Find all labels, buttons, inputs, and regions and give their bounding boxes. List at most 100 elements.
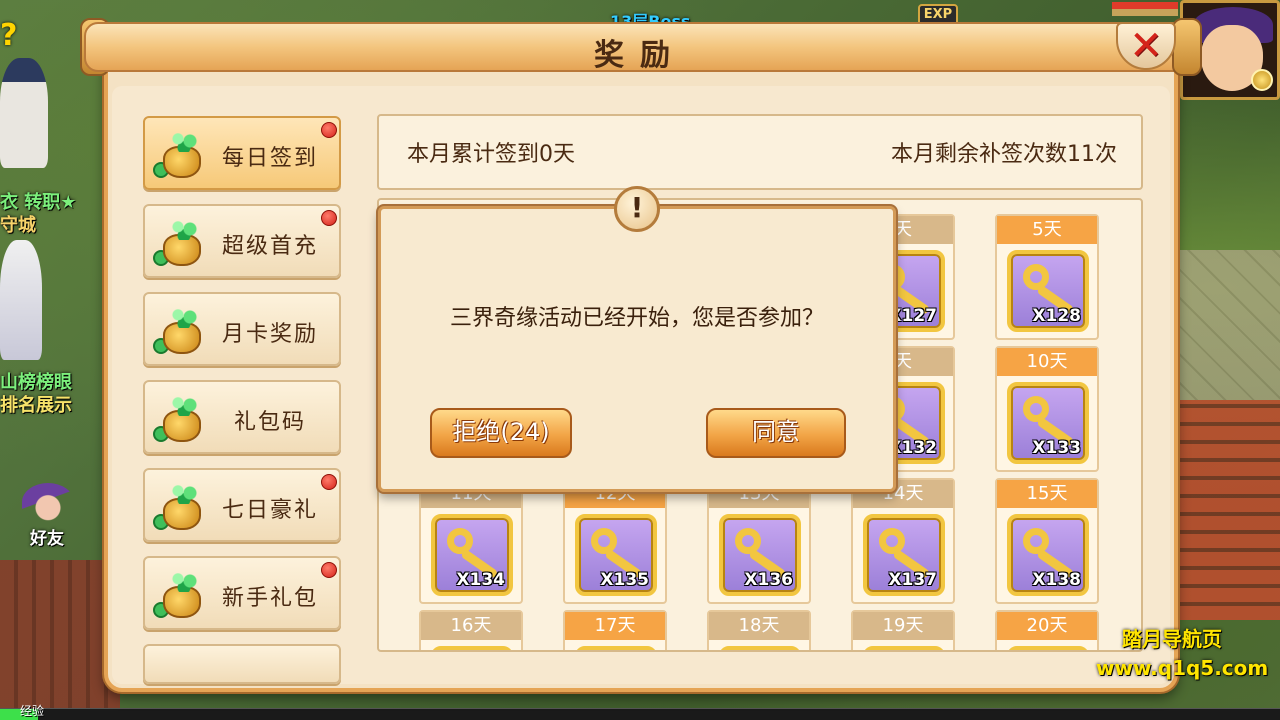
jade-pile (169, 482, 199, 504)
notification-dot-icon (321, 122, 337, 138)
golden-key-icon[interactable] (1007, 646, 1089, 650)
jade-pile (169, 394, 199, 416)
coin-icon[interactable] (1251, 69, 1273, 91)
side-menu-item-more[interactable] (143, 644, 341, 684)
reward-cell[interactable]: 15天 X138 (995, 478, 1099, 604)
gift-pot-icon (153, 566, 213, 622)
key-ring (1023, 264, 1049, 290)
reward-day-label: 18天 (709, 612, 809, 640)
golden-key-icon[interactable]: X138 (1007, 514, 1089, 596)
reward-cell[interactable]: 11天 X134 (419, 478, 523, 604)
courtyard-tiles (1170, 250, 1280, 400)
golden-key-icon[interactable]: X128 (1007, 250, 1089, 332)
reward-day-label: 17天 (565, 612, 665, 640)
golden-key-icon[interactable]: X135 (575, 514, 657, 596)
signed-days-text: 本月累计签到0天 (407, 142, 575, 167)
side-menu-label: 超级首充 (221, 234, 318, 259)
reward-day-label: 16天 (421, 612, 521, 640)
side-menu-item[interactable]: 七日豪礼 (143, 468, 341, 542)
notification-dot-icon (321, 562, 337, 578)
reward-quantity: X135 (600, 570, 649, 590)
reward-cell[interactable]: 20天 (995, 610, 1099, 650)
reward-cell[interactable]: 5天 X128 (995, 214, 1099, 340)
reward-day-label: 5天 (997, 216, 1097, 244)
reward-quantity: X138 (1032, 570, 1081, 590)
gift-pot-icon (153, 302, 213, 358)
reward-cell[interactable]: 19天 (851, 610, 955, 650)
jade-pile (169, 130, 199, 152)
watermark-url: www.q1q5.com (1096, 656, 1269, 680)
key-ring (447, 528, 473, 554)
reward-quantity: X136 (744, 570, 793, 590)
jade-pile (169, 306, 199, 328)
reward-day-label: 10天 (997, 348, 1097, 376)
reward-quantity: X128 (1032, 306, 1081, 326)
panel-title: 奖励 (594, 38, 686, 73)
golden-key-icon[interactable]: X136 (719, 514, 801, 596)
notification-dot-icon (321, 210, 337, 226)
golden-key-icon[interactable]: X137 (863, 514, 945, 596)
key-ring (879, 528, 905, 554)
city-label: 守城 (0, 215, 36, 236)
exp-bar (0, 708, 1280, 720)
alert-icon: ! (614, 186, 660, 232)
reward-cell[interactable]: 12天 X135 (563, 478, 667, 604)
reward-day-label: 15天 (997, 480, 1097, 508)
side-menu-item[interactable]: 月卡奖励 (143, 292, 341, 366)
golden-key-icon[interactable]: X134 (431, 514, 513, 596)
side-menu-item[interactable]: 礼包码 (143, 380, 341, 454)
hp-mp-bars (1112, 2, 1178, 16)
reward-day-label: 20天 (997, 612, 1097, 640)
jade-pile (169, 570, 199, 592)
title-scroll-end-right (1172, 18, 1202, 76)
gift-pot-icon (153, 214, 213, 270)
friend-label[interactable]: 好友 (30, 524, 64, 549)
player-character[interactable] (0, 240, 42, 360)
side-menu-label: 新手礼包 (221, 586, 318, 611)
golden-key-icon[interactable] (431, 646, 513, 650)
reward-day-label: 19天 (853, 612, 953, 640)
reward-cell[interactable]: 17天 (563, 610, 667, 650)
gift-pot-icon (153, 390, 213, 446)
ranking-show-label: 排名展示 (0, 395, 72, 416)
notification-dot-icon (321, 474, 337, 490)
key-ring (1023, 396, 1049, 422)
remaining-makeups-text: 本月剩余补签次数11次 (891, 142, 1117, 167)
key-ring (1023, 528, 1049, 554)
side-menu-label: 七日豪礼 (221, 498, 318, 523)
golden-key-icon[interactable] (575, 646, 657, 650)
exp-bar-label: 经验 (20, 704, 45, 718)
key-ring (591, 528, 617, 554)
golden-key-icon[interactable] (863, 646, 945, 650)
reject-button[interactable]: 拒绝(24) (430, 408, 572, 458)
wall-roof (0, 560, 120, 720)
side-menu-label: 每日签到 (221, 146, 318, 171)
dialog-message: 三界奇缘活动已经开始，您是否参加？ (449, 306, 824, 331)
reward-cell[interactable]: 10天 X133 (995, 346, 1099, 472)
golden-key-icon[interactable] (719, 646, 801, 650)
key-ring (735, 528, 761, 554)
reward-quantity: X134 (456, 570, 505, 590)
signin-summary: 本月累计签到0天 本月剩余补签次数11次 (377, 114, 1143, 190)
gift-pot-icon (153, 478, 213, 534)
reward-cell[interactable]: 14天 X137 (851, 478, 955, 604)
golden-key-icon[interactable]: X133 (1007, 382, 1089, 464)
reward-cell[interactable]: 16天 (419, 610, 523, 650)
watermark-title: 踏月导航页 (1122, 627, 1222, 651)
side-menu-item[interactable]: 每日签到 (143, 116, 341, 190)
reward-cell[interactable]: 18天 (707, 610, 811, 650)
reward-cell[interactable]: 13天 X136 (707, 478, 811, 604)
side-menu-label: 月卡奖励 (221, 322, 318, 347)
gift-pot-icon (153, 126, 213, 182)
side-menu-item[interactable]: 新手礼包 (143, 556, 341, 630)
reward-quantity: X133 (1032, 438, 1081, 458)
side-menu-label: 礼包码 (233, 410, 306, 435)
agree-button[interactable]: 同意 (706, 408, 846, 458)
friend-icon[interactable] (22, 483, 74, 521)
close-x-icon: ✕ (1129, 23, 1163, 69)
npc-character[interactable] (0, 58, 48, 168)
side-menu-item[interactable]: 超级首充 (143, 204, 341, 278)
jade-pile (169, 218, 199, 240)
quest-marker-icon[interactable]: ? (0, 18, 17, 53)
reward-quantity: X137 (888, 570, 937, 590)
